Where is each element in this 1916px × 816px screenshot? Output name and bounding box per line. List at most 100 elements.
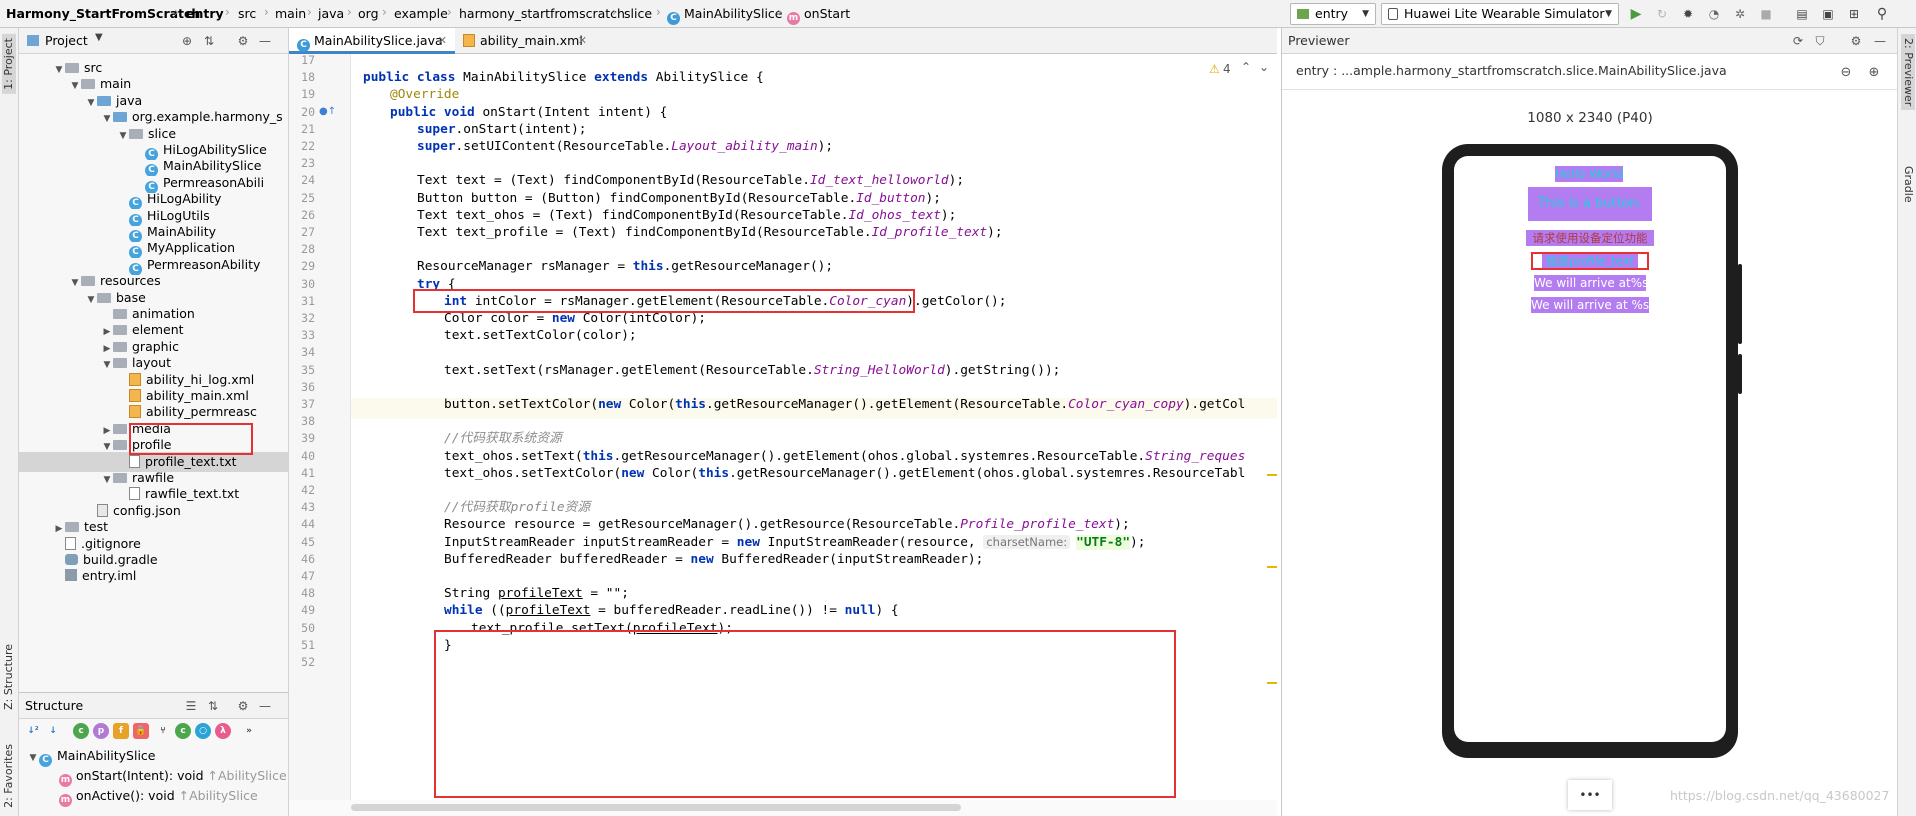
tree-item[interactable]: entry.iml bbox=[19, 566, 288, 586]
preview-hello-text[interactable]: Hello World bbox=[1555, 166, 1624, 182]
chevron-down-icon[interactable]: ⌄ bbox=[1259, 60, 1269, 74]
structure-member[interactable]: m onStart(Intent): void ↑AbilitySlice bbox=[59, 768, 287, 787]
chevron-up-icon[interactable]: ⌃ bbox=[1241, 60, 1251, 74]
folder-icon bbox=[129, 128, 143, 139]
breadcrumb-org[interactable]: org bbox=[358, 6, 379, 21]
gear-icon[interactable]: ⚙ bbox=[235, 698, 251, 714]
breadcrumb-example[interactable]: example bbox=[394, 6, 448, 21]
code-line[interactable]: BufferedReader bufferedReader = new Buff… bbox=[351, 549, 983, 570]
collapse-all-icon[interactable]: ⇅ bbox=[205, 698, 221, 714]
breadcrumb-java[interactable]: java bbox=[318, 6, 344, 21]
show-circle-icon[interactable]: ○ bbox=[195, 723, 211, 739]
run-config-value: entry bbox=[1315, 6, 1349, 21]
gear-icon[interactable]: ⚙ bbox=[235, 33, 251, 49]
favorites-tool-tab[interactable]: 2: Favorites bbox=[2, 744, 16, 808]
breadcrumb-project[interactable]: Harmony_StartFromScratch bbox=[6, 6, 200, 21]
show-fields-icon[interactable]: f bbox=[113, 723, 129, 739]
code-token: ); bbox=[1130, 534, 1146, 550]
preview-arrive-text-2[interactable]: We will arrive at %s bbox=[1531, 297, 1649, 313]
vertical-scrollbar[interactable] bbox=[1267, 82, 1277, 782]
expand-all-icon[interactable]: ☰ bbox=[183, 698, 199, 714]
structure-member-name: onActive(): void bbox=[76, 788, 175, 803]
breadcrumb-method[interactable]: m onStart bbox=[787, 6, 850, 25]
breadcrumb-main[interactable]: main bbox=[275, 6, 306, 21]
stop-icon[interactable]: ■ bbox=[1758, 6, 1774, 22]
gradle-tool-tab[interactable]: Gradle bbox=[1901, 166, 1915, 203]
attach-debugger-icon[interactable]: ✲ bbox=[1732, 6, 1748, 22]
project-structure-icon[interactable]: ▤ bbox=[1794, 6, 1810, 22]
project-panel-header: Project ▼ ⊕ ⇅ ⚙ — bbox=[19, 28, 288, 54]
run-icon[interactable]: ▶ bbox=[1628, 6, 1644, 22]
zoom-out-icon[interactable]: ⊖ bbox=[1838, 64, 1854, 80]
debug-icon[interactable]: ✹ bbox=[1680, 6, 1696, 22]
code-line[interactable]: text.setTextColor(color); bbox=[351, 325, 637, 346]
code-token: Text text_profile = (Text) findComponent… bbox=[417, 225, 872, 240]
more-icon[interactable]: » bbox=[241, 723, 257, 739]
show-lambdas-icon[interactable]: ⑂ bbox=[155, 723, 171, 739]
rerun-icon[interactable]: ↻ bbox=[1654, 6, 1670, 22]
code-token: ); bbox=[987, 225, 1003, 240]
breadcrumb-src[interactable]: src bbox=[238, 6, 256, 21]
code-token: Id_button bbox=[856, 190, 926, 206]
pin-icon[interactable]: ⛉ bbox=[1812, 33, 1828, 49]
locate-icon[interactable]: ⊕ bbox=[179, 33, 195, 49]
previewer-tool-tab[interactable]: 2: Previewer bbox=[1901, 34, 1915, 111]
run-config-select[interactable]: entry ▼ bbox=[1290, 3, 1376, 25]
profile-run-icon[interactable]: ◔ bbox=[1706, 6, 1722, 22]
tab-ability-main-xml[interactable]: ability_main.xml ✕ bbox=[455, 28, 595, 54]
minimize-icon[interactable]: — bbox=[257, 33, 273, 49]
tree-item-label: PermreasonAbility bbox=[147, 256, 261, 272]
phone-screen[interactable]: Hello World This is a button. 请求使用设备定位功能… bbox=[1454, 156, 1726, 742]
structure-root[interactable]: ▼ C MainAbilitySlice bbox=[27, 748, 156, 767]
project-panel-title[interactable]: Project bbox=[45, 33, 88, 48]
show-inherited-icon[interactable]: c bbox=[73, 723, 89, 739]
code-token: super bbox=[417, 139, 456, 154]
device-select[interactable]: Huawei Lite Wearable Simulator ▼ bbox=[1381, 3, 1619, 25]
scrollbar-thumb[interactable] bbox=[351, 804, 961, 811]
breadcrumb-class[interactable]: C MainAbilitySlice bbox=[667, 6, 783, 25]
structure-member[interactable]: m onActive(): void ↑AbilitySlice bbox=[59, 788, 258, 807]
preview-request-text[interactable]: 请求使用设备定位功能 bbox=[1526, 230, 1654, 246]
device-resolution: 1080 x 2340 (P40) bbox=[1527, 110, 1653, 126]
sort-alpha-icon[interactable]: ↓² bbox=[25, 723, 41, 739]
layout-inspector-icon[interactable]: ⊞ bbox=[1846, 6, 1862, 22]
show-anonymous-icon[interactable]: c bbox=[175, 723, 191, 739]
text-file-icon bbox=[65, 536, 76, 550]
tree-item-label: ability_permreasc bbox=[146, 404, 257, 420]
horizontal-scrollbar[interactable] bbox=[289, 800, 1277, 816]
code-line[interactable]: text_ohos.setTextColor(new Color(this.ge… bbox=[351, 463, 1245, 484]
show-properties-icon[interactable]: p bbox=[93, 723, 109, 739]
gear-icon[interactable]: ⚙ bbox=[1848, 33, 1864, 49]
show-lambda-icon[interactable]: λ bbox=[215, 723, 231, 739]
code-token: ); bbox=[925, 190, 941, 206]
warning-icon[interactable]: ⚠ bbox=[1209, 62, 1220, 76]
preview-button[interactable]: This is a button. bbox=[1528, 187, 1652, 221]
search-icon[interactable]: ⚲ bbox=[1874, 6, 1890, 22]
close-icon[interactable]: ✕ bbox=[438, 28, 447, 54]
preview-arrive-text[interactable]: We will arrive at%s bbox=[1534, 275, 1648, 291]
more-options-button[interactable]: ••• bbox=[1568, 780, 1612, 810]
minimize-icon[interactable]: — bbox=[257, 698, 273, 714]
structure-tool-tab[interactable]: Z: Structure bbox=[2, 644, 16, 710]
chevron-right-icon: › bbox=[347, 5, 352, 19]
breadcrumb-package[interactable]: harmony_startfromscratch bbox=[459, 6, 625, 21]
close-icon[interactable]: ✕ bbox=[578, 28, 587, 54]
preview-profile-text[interactable]: 我是profile_text bbox=[1542, 254, 1638, 268]
code-line[interactable]: text.setText(rsManager.getElement(Resour… bbox=[351, 360, 1060, 381]
device-manager-icon[interactable]: ▣ bbox=[1820, 6, 1836, 22]
minimize-icon[interactable]: — bbox=[1872, 33, 1888, 49]
code-line[interactable]: super.setUIContent(ResourceTable.Layout_… bbox=[351, 136, 833, 157]
breadcrumb-entry[interactable]: entry bbox=[186, 6, 224, 21]
code-line[interactable]: Text text_profile = (Text) findComponent… bbox=[351, 222, 1003, 243]
chevron-down-icon[interactable]: ▼ bbox=[95, 32, 103, 43]
sort-visibility-icon[interactable]: ↓ bbox=[45, 723, 61, 739]
collapse-all-icon[interactable]: ⇅ bbox=[201, 33, 217, 49]
breadcrumb-slice[interactable]: slice bbox=[624, 6, 652, 21]
show-nonpublic-icon[interactable]: 🔒 bbox=[133, 723, 149, 739]
zoom-in-icon[interactable]: ⊕ bbox=[1866, 64, 1882, 80]
tree-item-label: profile_text.txt bbox=[145, 453, 237, 469]
project-tool-tab[interactable]: 1: Project bbox=[2, 34, 16, 94]
refresh-icon[interactable]: ⟳ bbox=[1790, 33, 1806, 49]
code-token: profileText bbox=[497, 586, 583, 602]
code-line[interactable]: button.setTextColor(new Color(this.getRe… bbox=[351, 394, 1245, 415]
